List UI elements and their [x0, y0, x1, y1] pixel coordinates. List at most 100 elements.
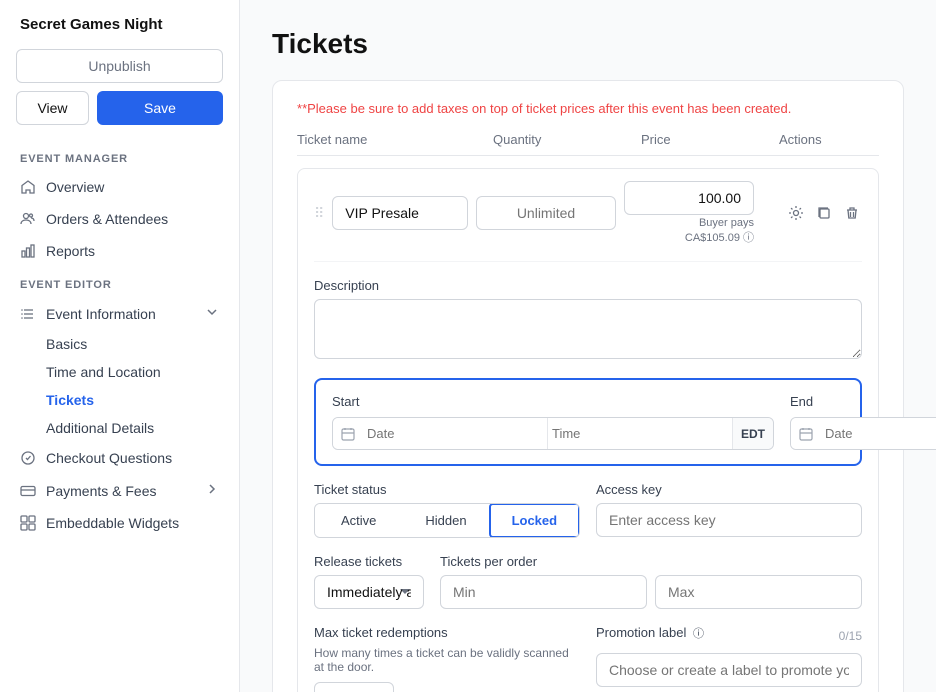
release-order-row: Release tickets Immediately after purcha…	[314, 554, 862, 609]
release-tickets-select[interactable]: Immediately after purchase	[314, 575, 424, 609]
sidebar-sub-basics[interactable]: Basics	[0, 330, 239, 358]
chevron-right-icon	[205, 482, 219, 499]
notice-text: **Please be sure to add taxes on top of …	[297, 101, 879, 116]
ticket-actions	[762, 203, 862, 223]
ticket-name-cell: ⠿	[314, 196, 468, 230]
checkout-label: Checkout Questions	[46, 450, 172, 466]
end-label: End	[790, 394, 936, 409]
min-max-row	[440, 575, 862, 609]
duplicate-button[interactable]	[814, 203, 834, 223]
sidebar-item-reports[interactable]: Reports	[0, 235, 239, 267]
buyer-pays: Buyer pays CA$105.09 ⓘ	[624, 217, 754, 245]
col-quantity: Quantity	[493, 132, 633, 147]
overview-label: Overview	[46, 179, 104, 195]
end-date-input[interactable]	[821, 418, 936, 449]
access-key-group: Access key	[596, 482, 862, 538]
ticket-row-wrapper: ⠿ Buyer pays CA$105.09 ⓘ	[297, 168, 879, 692]
settings-button[interactable]	[786, 203, 806, 223]
widgets-label: Embeddable Widgets	[46, 515, 179, 531]
table-header: Ticket name Quantity Price Actions	[297, 132, 879, 156]
end-date-group: End EDT	[790, 394, 936, 450]
view-button[interactable]: View	[16, 91, 89, 125]
users-icon	[20, 211, 36, 227]
redemptions-promo-row: Max ticket redemptions How many times a …	[314, 625, 862, 692]
status-buttons: Active Hidden Locked	[314, 503, 580, 538]
col-price: Price	[641, 132, 771, 147]
drag-handle-icon[interactable]: ⠿	[314, 205, 324, 222]
ticket-quantity-input[interactable]	[476, 196, 616, 230]
delete-button[interactable]	[842, 203, 862, 223]
description-label: Description	[314, 278, 862, 293]
app-name: Secret Games Night	[0, 16, 239, 49]
date-time-row: Start EDT End	[332, 394, 844, 450]
checkout-icon	[20, 450, 36, 466]
calendar-icon-start	[333, 418, 363, 449]
sidebar-item-event-information[interactable]: Event Information	[0, 297, 239, 330]
sidebar-sub-time-location[interactable]: Time and Location	[0, 358, 239, 386]
page-title: Tickets	[272, 28, 904, 60]
min-input[interactable]	[440, 575, 647, 609]
sidebar-item-overview[interactable]: Overview	[0, 171, 239, 203]
col-ticket-name: Ticket name	[297, 132, 485, 147]
start-date-input[interactable]	[363, 418, 547, 449]
start-timezone: EDT	[732, 418, 773, 449]
sidebar-item-widgets[interactable]: Embeddable Widgets	[0, 507, 239, 539]
sidebar-item-checkout[interactable]: Checkout Questions	[0, 442, 239, 474]
ticket-status-group: Ticket status Active Hidden Locked	[314, 482, 580, 538]
max-input[interactable]	[655, 575, 862, 609]
status-locked-button[interactable]: Locked	[489, 503, 580, 538]
list-icon	[20, 306, 36, 322]
sidebar-sub-additional-details[interactable]: Additional Details	[0, 414, 239, 442]
payments-icon	[20, 483, 36, 499]
home-icon	[20, 179, 36, 195]
event-manager-label: EVENT MANAGER	[0, 141, 239, 171]
status-access-row: Ticket status Active Hidden Locked Acces…	[314, 482, 862, 538]
ticket-status-label: Ticket status	[314, 482, 580, 497]
promotion-info-icon: ⓘ	[693, 628, 704, 640]
status-hidden-button[interactable]: Hidden	[402, 504, 489, 537]
max-redemptions-group: Max ticket redemptions How many times a …	[314, 625, 580, 692]
chevron-down-icon	[205, 305, 219, 322]
description-textarea[interactable]	[314, 299, 862, 359]
sidebar-item-payments[interactable]: Payments & Fees	[0, 474, 239, 507]
description-group: Description	[314, 278, 862, 362]
event-editor-label: EVENT EDITOR	[0, 267, 239, 297]
promotion-input[interactable]	[596, 653, 862, 687]
date-time-section: Start EDT End	[314, 378, 862, 466]
end-input-group: EDT	[790, 417, 936, 450]
payments-label: Payments & Fees	[46, 483, 157, 499]
max-redemptions-label: Max ticket redemptions	[314, 625, 580, 640]
promotion-label-group: Promotion label ⓘ 0/15	[596, 625, 862, 692]
col-actions: Actions	[779, 132, 879, 147]
table-row: ⠿ Buyer pays CA$105.09 ⓘ	[314, 181, 862, 245]
tickets-per-order-group: Tickets per order	[440, 554, 862, 609]
unpublish-button[interactable]: Unpublish	[16, 49, 223, 83]
save-button[interactable]: Save	[97, 91, 223, 125]
promotion-label-text: Promotion label ⓘ	[596, 625, 704, 641]
max-redemptions-desc: How many times a ticket can be validly s…	[314, 646, 580, 674]
sidebar-sub-tickets[interactable]: Tickets	[0, 386, 239, 414]
sidebar: Secret Games Night Unpublish View Save E…	[0, 0, 240, 692]
tickets-per-order-label: Tickets per order	[440, 554, 862, 569]
tickets-form-card: **Please be sure to add taxes on top of …	[272, 80, 904, 692]
main-content: Tickets **Please be sure to add taxes on…	[240, 0, 936, 692]
ticket-name-input[interactable]	[332, 196, 468, 230]
release-tickets-label: Release tickets	[314, 554, 424, 569]
redemptions-input[interactable]	[314, 682, 394, 692]
start-date-group: Start EDT	[332, 394, 774, 450]
widgets-icon	[20, 515, 36, 531]
sidebar-item-orders[interactable]: Orders & Attendees	[0, 203, 239, 235]
release-tickets-group: Release tickets Immediately after purcha…	[314, 554, 424, 609]
view-save-row: View Save	[16, 91, 223, 125]
info-icon: ⓘ	[743, 232, 754, 244]
start-input-group: EDT	[332, 417, 774, 450]
start-time-input[interactable]	[547, 418, 732, 449]
orders-label: Orders & Attendees	[46, 211, 168, 227]
promotion-count: 0/15	[839, 629, 862, 643]
status-active-button[interactable]: Active	[315, 504, 402, 537]
calendar-icon-end	[791, 418, 821, 449]
start-label: Start	[332, 394, 774, 409]
ticket-price-input[interactable]	[624, 181, 754, 215]
sidebar-buttons: Unpublish View Save	[0, 49, 239, 141]
access-key-input[interactable]	[596, 503, 862, 537]
